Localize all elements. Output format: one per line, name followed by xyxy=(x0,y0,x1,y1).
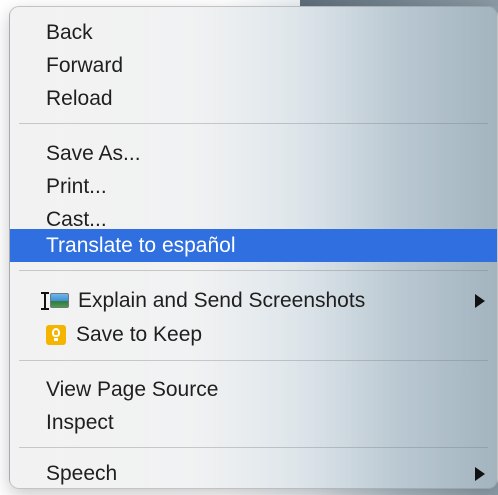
menu-item-back[interactable]: Back xyxy=(10,16,497,49)
menu-item-label: Forward xyxy=(46,53,124,77)
menu-separator xyxy=(19,360,488,361)
keep-bulb-icon xyxy=(46,324,66,345)
menu-item-forward[interactable]: Forward xyxy=(10,49,497,82)
menu-item-label: View Page Source xyxy=(46,377,219,401)
menu-item-explain-send-screenshots[interactable]: Explain and Send Screenshots xyxy=(10,284,497,317)
menu-item-label: Cast... xyxy=(46,207,107,231)
submenu-arrow-icon xyxy=(475,293,485,308)
menu-separator xyxy=(19,270,488,271)
menu-item-label: Print... xyxy=(46,174,107,198)
menu-item-label: Inspect xyxy=(46,410,114,434)
menu-item-label: Translate to español xyxy=(46,233,236,257)
submenu-arrow-icon xyxy=(475,466,485,481)
menu-item-save-to-keep[interactable]: Save to Keep xyxy=(10,318,497,351)
menu-separator xyxy=(19,447,488,448)
menu-item-label: Explain and Send Screenshots xyxy=(78,288,366,312)
screenshot-icon xyxy=(41,290,69,312)
menu-item-view-page-source[interactable]: View Page Source xyxy=(10,373,497,406)
menu-item-reload[interactable]: Reload xyxy=(10,82,497,115)
menu-item-inspect[interactable]: Inspect xyxy=(10,406,497,439)
menu-item-speech[interactable]: Speech xyxy=(10,457,497,488)
menu-item-label: Save to Keep xyxy=(76,322,203,346)
menu-item-translate[interactable]: Translate to español xyxy=(10,229,497,262)
menu-item-save-as[interactable]: Save As... xyxy=(10,137,497,170)
menu-item-print[interactable]: Print... xyxy=(10,170,497,203)
menu-separator xyxy=(19,123,488,124)
menu-item-label: Back xyxy=(46,20,93,44)
context-menu: Back Forward Reload Save As... Print... … xyxy=(9,6,498,489)
menu-item-label: Reload xyxy=(46,86,113,110)
menu-item-label: Save As... xyxy=(46,141,141,165)
menu-item-label: Speech xyxy=(46,461,118,485)
